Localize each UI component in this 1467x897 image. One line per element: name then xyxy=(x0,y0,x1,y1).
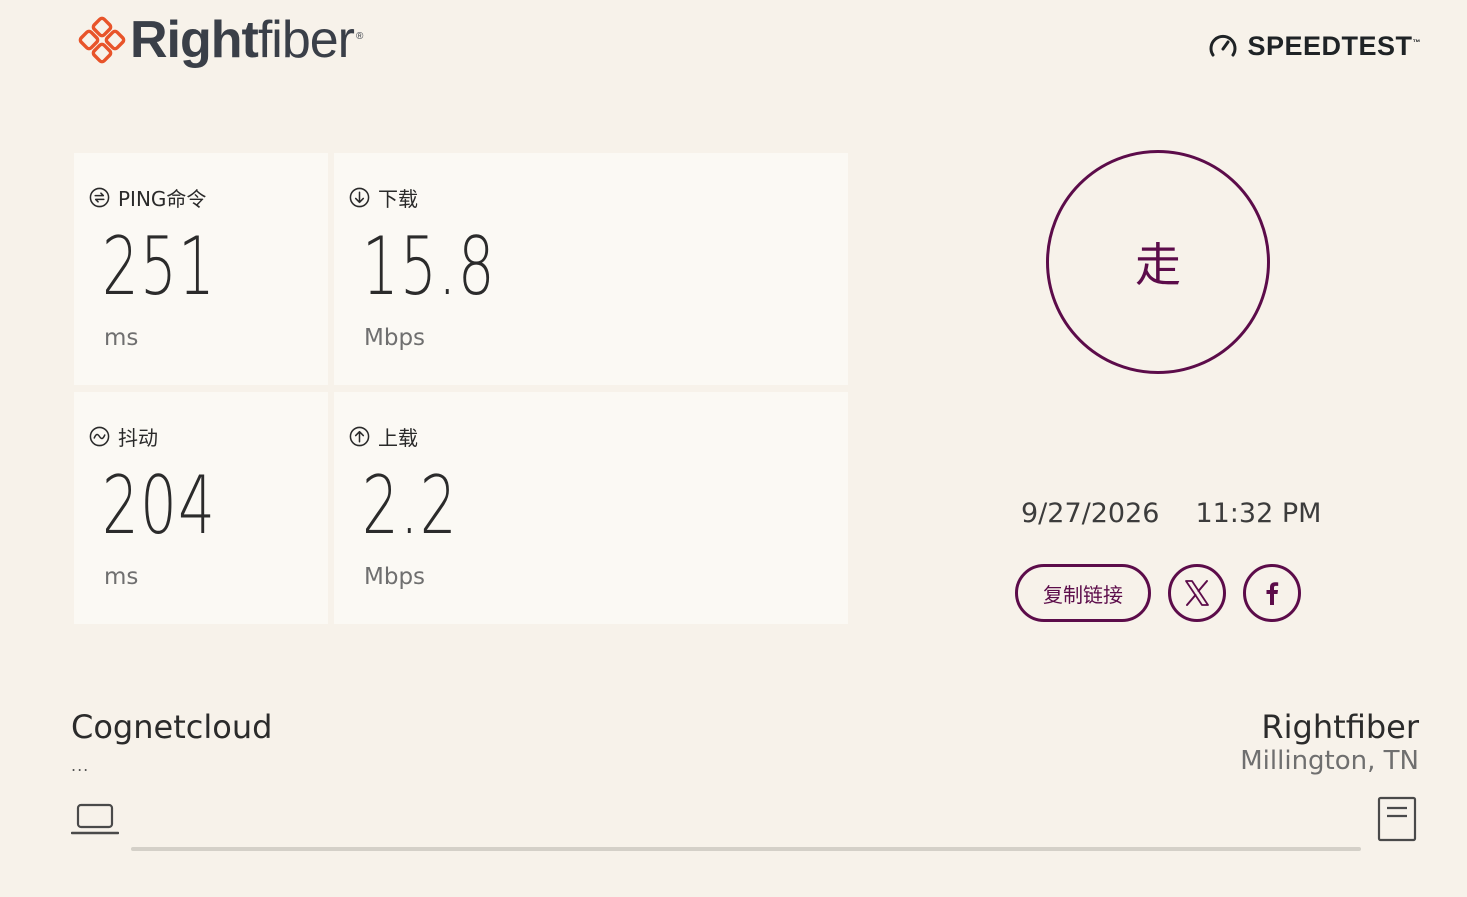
jitter-value: 204 xyxy=(102,459,217,552)
speedtest-wordmark: SPEEDTEST™ xyxy=(1247,31,1421,62)
result-date: 9/27/2026 xyxy=(1021,498,1160,529)
brand-registered-mark: ® xyxy=(356,30,363,42)
jitter-unit: ms xyxy=(104,564,139,590)
server-icon xyxy=(1377,796,1417,842)
speedtest-trademark: ™ xyxy=(1412,37,1421,47)
ping-value: 251 xyxy=(102,220,217,313)
share-x-button[interactable] xyxy=(1168,564,1226,622)
ping-label-text: PING命令 xyxy=(118,187,207,211)
jitter-wave-icon xyxy=(89,426,110,447)
x-logo-icon xyxy=(1185,580,1209,606)
download-value: 15.8 xyxy=(362,220,497,313)
brand-wordmark: Rightfiber ® xyxy=(130,11,363,69)
upload-arrow-icon xyxy=(349,426,370,447)
download-label: 下载 xyxy=(349,183,418,212)
upload-value: 2.2 xyxy=(362,459,458,552)
upload-label-text: 上载 xyxy=(378,426,418,450)
jitter-card: 抖动 204 ms xyxy=(74,392,328,624)
ping-icon xyxy=(89,187,110,208)
result-time: 11:32 PM xyxy=(1195,498,1322,529)
upload-label: 上载 xyxy=(349,422,418,451)
ping-label: PING命令 xyxy=(89,183,206,212)
jitter-label: 抖动 xyxy=(89,422,158,451)
download-card: 下载 15.8 Mbps xyxy=(334,153,848,385)
facebook-icon xyxy=(1266,582,1279,605)
brand-logo[interactable]: Rightfiber ® xyxy=(78,11,363,69)
speedtest-label: SPEEDTEST xyxy=(1247,30,1413,61)
isp-ip: ... xyxy=(71,756,90,775)
go-button-label: 走 xyxy=(1135,238,1181,292)
server-name[interactable]: Rightfiber xyxy=(1261,708,1419,746)
brand-wordmark-light: fiber xyxy=(257,11,355,69)
ping-card: PING命令 251 ms xyxy=(74,153,328,385)
speedtest-logo[interactable]: SPEEDTEST™ xyxy=(1207,30,1421,62)
result-datetime: 9/27/2026 11:32 PM xyxy=(1021,498,1321,529)
upload-unit: Mbps xyxy=(364,564,426,590)
ping-unit: ms xyxy=(104,325,139,351)
copy-link-button[interactable]: 复制链接 xyxy=(1015,564,1151,622)
rightfiber-logo-icon xyxy=(78,16,126,64)
copy-link-label: 复制链接 xyxy=(1043,582,1123,607)
laptop-icon xyxy=(71,803,119,835)
connection-line xyxy=(131,847,1361,851)
jitter-label-text: 抖动 xyxy=(118,426,158,450)
isp-name[interactable]: Cognetcloud xyxy=(71,708,272,746)
go-button[interactable]: 走 xyxy=(1046,150,1270,374)
brand-wordmark-bold: Right xyxy=(130,11,259,69)
share-facebook-button[interactable] xyxy=(1243,564,1301,622)
download-label-text: 下载 xyxy=(378,187,418,211)
speedometer-icon xyxy=(1210,34,1237,57)
download-unit: Mbps xyxy=(364,325,426,351)
server-location[interactable]: Millington, TN xyxy=(1240,746,1419,776)
download-arrow-icon xyxy=(349,187,370,208)
upload-card: 上载 2.2 Mbps xyxy=(334,392,848,624)
